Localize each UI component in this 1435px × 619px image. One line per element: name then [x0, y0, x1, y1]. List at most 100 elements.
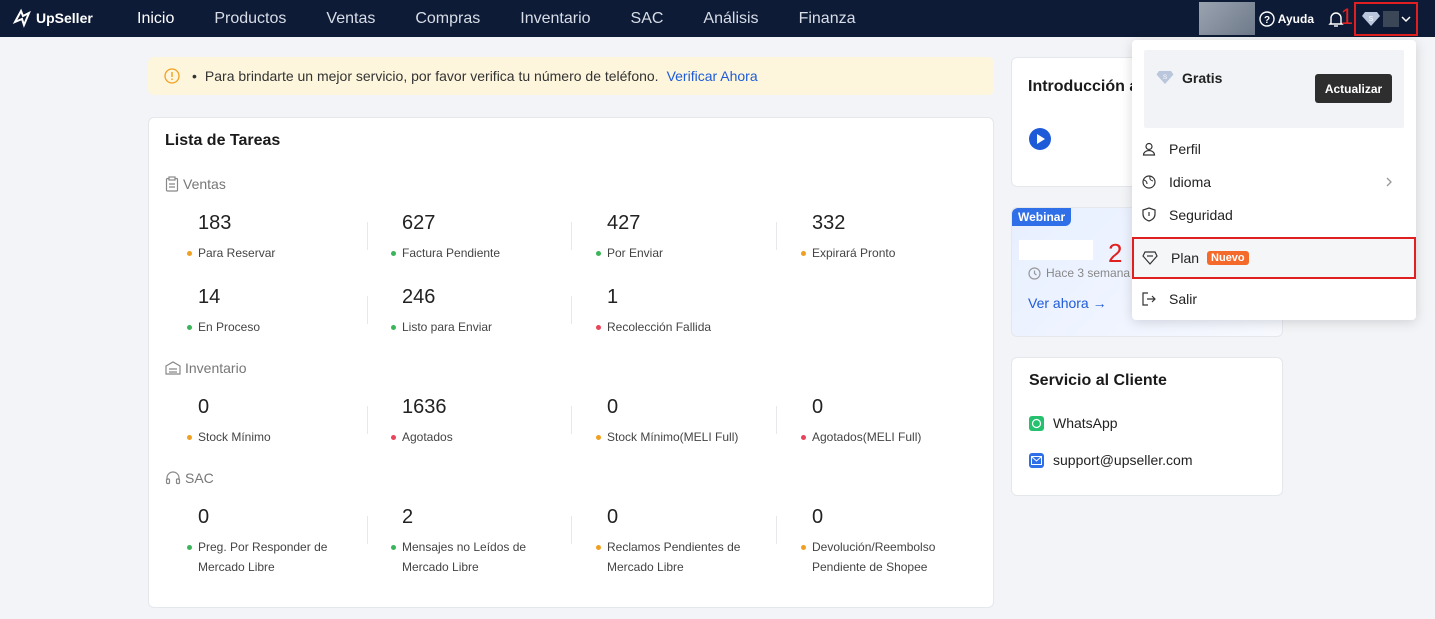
metric-expirara-pronto[interactable]: 332 Expirará Pronto: [779, 212, 969, 263]
metric-agotados-meli[interactable]: 0 Agotados(MELI Full): [779, 396, 969, 447]
whatsapp-label: WhatsApp: [1053, 415, 1118, 431]
metric-value: 0: [198, 396, 210, 418]
annotation-step-1: 1: [1340, 4, 1353, 29]
main-nav: Inicio Productos Ventas Compras Inventar…: [117, 0, 875, 37]
menu-item-seguridad[interactable]: Seguridad: [1132, 198, 1416, 231]
metric-value: 183: [198, 212, 232, 234]
menu-label: Perfil: [1169, 140, 1201, 157]
menu-item-perfil[interactable]: Perfil: [1132, 132, 1416, 165]
metric-preguntas-por-responder[interactable]: 0 Preg. Por Responder de Mercado Libre: [165, 506, 355, 577]
metric-label: Recolección Fallida: [607, 320, 712, 334]
question-circle-icon: ?: [1259, 10, 1275, 27]
task-list-title: Lista de Tareas: [165, 132, 281, 149]
divider: [571, 296, 572, 324]
customer-service-title: Servicio al Cliente: [1029, 372, 1167, 389]
metric-listo-para-enviar[interactable]: 246 Listo para Enviar: [369, 286, 559, 337]
nav-item-inventario[interactable]: Inventario: [500, 0, 610, 37]
diamond-icon: S: [1156, 71, 1174, 84]
section-sac-title: SAC: [185, 470, 214, 486]
metric-label: Para Reservar: [198, 246, 276, 260]
status-dot: [391, 545, 396, 550]
nav-item-analisis[interactable]: Análisis: [683, 0, 778, 37]
status-dot: [801, 545, 806, 550]
divider: [776, 516, 777, 544]
topbar-right: ? Ayuda S: [1198, 0, 1435, 37]
divider: [367, 296, 368, 324]
nav-item-compras[interactable]: Compras: [395, 0, 500, 37]
metric-label: Agotados: [402, 430, 453, 444]
svg-text:S: S: [1163, 74, 1168, 81]
status-dot: [391, 251, 396, 256]
metric-label-line2: Mercado Libre: [198, 560, 275, 574]
metric-recoleccion-fallida[interactable]: 1 Recolección Fallida: [574, 286, 764, 337]
section-inventario: Inventario: [165, 360, 246, 376]
store-avatar[interactable]: [1198, 2, 1255, 35]
nav-item-inicio[interactable]: Inicio: [117, 0, 194, 37]
metric-value: 1636: [402, 396, 447, 418]
status-dot: [596, 251, 601, 256]
warehouse-icon: [165, 361, 181, 375]
whatsapp-link[interactable]: WhatsApp: [1029, 415, 1118, 431]
metric-stock-minimo[interactable]: 0 Stock Mínimo: [165, 396, 355, 447]
upseller-logo-icon: [12, 8, 31, 28]
account-menu-button[interactable]: S: [1354, 1, 1418, 36]
menu-label: Seguridad: [1169, 206, 1233, 223]
metric-factura-pendiente[interactable]: 627 Factura Pendiente: [369, 212, 559, 263]
metric-value: 427: [607, 212, 641, 234]
menu-item-salir[interactable]: Salir: [1132, 282, 1416, 315]
alert-bullet: •: [192, 68, 197, 84]
nav-item-sac[interactable]: SAC: [611, 0, 684, 37]
chevron-right-icon: [1386, 177, 1392, 186]
nav-item-finanza[interactable]: Finanza: [779, 0, 876, 37]
metric-para-reservar[interactable]: 183 Para Reservar: [165, 212, 355, 263]
diamond-icon: S: [1362, 11, 1380, 26]
metric-value: 627: [402, 212, 436, 234]
metric-value: 246: [402, 286, 436, 308]
watch-now-link[interactable]: Ver ahora →: [1028, 295, 1107, 311]
metric-label: Preg. Por Responder de: [198, 540, 328, 554]
status-dot: [596, 435, 601, 440]
status-dot: [801, 435, 806, 440]
globe-icon: [1142, 174, 1156, 189]
verify-now-link[interactable]: Verificar Ahora: [667, 68, 758, 84]
svg-text:?: ?: [1264, 15, 1270, 26]
metric-label: Mensajes no Leídos de: [402, 540, 527, 554]
menu-label: Idioma: [1169, 173, 1212, 190]
metric-agotados[interactable]: 1636 Agotados: [369, 396, 559, 447]
metric-value: 0: [812, 506, 824, 528]
svg-text:S: S: [1369, 16, 1374, 23]
status-dot: [801, 251, 806, 256]
divider: [571, 516, 572, 544]
metric-stock-minimo-meli[interactable]: 0 Stock Mínimo(MELI Full): [574, 396, 764, 447]
metric-value: 2: [402, 506, 414, 528]
metric-value: 0: [812, 396, 824, 418]
nav-item-ventas[interactable]: Ventas: [306, 0, 395, 37]
account-dropdown-menu: S Gratis Actualizar Perfil Idioma Seguri…: [1132, 40, 1416, 320]
play-video-button[interactable]: [1029, 128, 1051, 150]
metric-value: 332: [812, 212, 846, 234]
info-circle-icon: [164, 68, 180, 84]
chevron-down-icon: [1401, 15, 1411, 22]
menu-label: Salir: [1169, 290, 1198, 307]
metric-label: Por Enviar: [607, 246, 664, 260]
upgrade-button[interactable]: Actualizar: [1315, 74, 1392, 103]
metric-mensajes-no-leidos[interactable]: 2 Mensajes no Leídos de Mercado Libre: [369, 506, 559, 577]
logout-icon: [1142, 291, 1156, 306]
metric-devolucion-reembolso[interactable]: 0 Devolución/Reembolso Pendiente de Shope…: [779, 506, 969, 577]
divider: [571, 406, 572, 434]
metric-reclamos-pendientes[interactable]: 0 Reclamos Pendientes de Mercado Libre: [574, 506, 764, 577]
diamond-outline-icon: [1142, 251, 1158, 265]
metric-por-enviar[interactable]: 427 Por Enviar: [574, 212, 764, 263]
nav-item-productos[interactable]: Productos: [194, 0, 306, 37]
help-link[interactable]: ? Ayuda: [1259, 10, 1314, 27]
menu-item-plan[interactable]: Plan Nuevo: [1132, 237, 1416, 279]
support-email: support@upseller.com: [1053, 452, 1193, 468]
section-sac: SAC: [165, 470, 214, 486]
metric-en-proceso[interactable]: 14 En Proceso: [165, 286, 355, 337]
menu-item-idioma[interactable]: Idioma: [1132, 165, 1416, 198]
divider: [571, 222, 572, 250]
support-email-link[interactable]: support@upseller.com: [1029, 452, 1193, 468]
divider: [367, 516, 368, 544]
status-dot: [391, 325, 396, 330]
upseller-logo[interactable]: UpSeller: [12, 8, 93, 28]
